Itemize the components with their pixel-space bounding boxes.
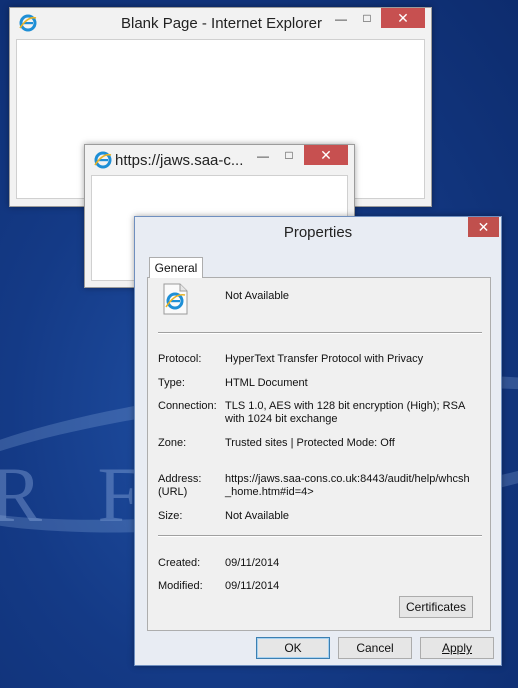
connection-label: Connection: — [158, 400, 217, 412]
modified-value: 09/11/2014 — [225, 580, 280, 592]
window-title: Blank Page - Internet Explorer — [121, 15, 322, 32]
document-ie-icon — [163, 283, 188, 315]
dialog-close-button[interactable]: ✕ — [468, 217, 499, 237]
address-label: Address: (URL) — [158, 473, 202, 498]
maximize-button[interactable]: □ — [280, 148, 298, 162]
protocol-label: Protocol: — [158, 353, 202, 365]
properties-dialog[interactable]: Properties ✕ General Not Available Proto… — [134, 216, 502, 666]
created-value: 09/11/2014 — [225, 557, 280, 569]
minimize-button[interactable]: — — [332, 12, 350, 26]
ie-icon — [19, 14, 37, 32]
ie-icon — [94, 151, 112, 169]
size-label: Size: — [158, 510, 183, 522]
modified-label: Modified: — [158, 580, 203, 592]
address-value: https://jaws.saa-cons.co.uk:8443/audit/h… — [225, 473, 470, 498]
certificates-button[interactable]: Certificates — [399, 596, 473, 618]
zone-value: Trusted sites | Protected Mode: Off — [225, 437, 395, 449]
dialog-title: Properties — [283, 224, 353, 241]
size-value: Not Available — [225, 510, 290, 522]
apply-button[interactable]: Apply — [420, 637, 494, 659]
zone-label: Zone: — [158, 437, 187, 449]
file-name: Not Available — [225, 290, 290, 302]
type-label: Type: — [158, 377, 185, 389]
general-panel: Not Available Protocol: HyperText Transf… — [147, 277, 491, 631]
close-button[interactable]: ✕ — [304, 145, 348, 165]
maximize-button[interactable]: □ — [358, 11, 376, 25]
tab-general[interactable]: General — [149, 257, 203, 278]
cancel-button[interactable]: Cancel — [338, 637, 412, 659]
close-button[interactable]: ✕ — [381, 8, 425, 28]
type-value: HTML Document — [225, 377, 308, 389]
separator — [158, 332, 482, 334]
window-title: https://jaws.saa-c... — [115, 152, 244, 169]
protocol-value: HyperText Transfer Protocol with Privacy — [225, 353, 424, 365]
minimize-button[interactable]: — — [254, 149, 272, 163]
ok-button[interactable]: OK — [256, 637, 330, 659]
separator — [158, 535, 482, 537]
created-label: Created: — [158, 557, 201, 569]
connection-value: TLS 1.0, AES with 128 bit encryption (Hi… — [225, 400, 465, 425]
